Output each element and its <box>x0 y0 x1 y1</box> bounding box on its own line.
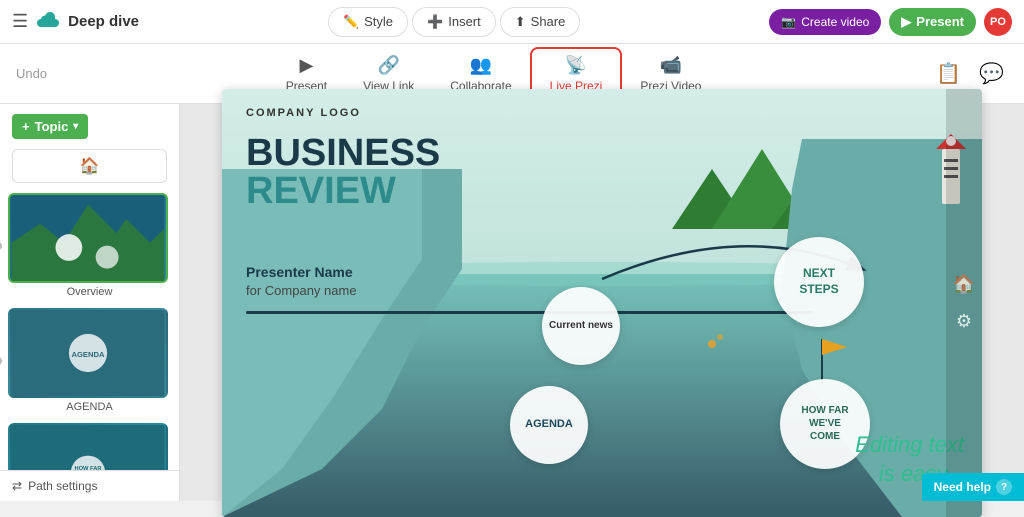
present-toolbar-icon: ▶ <box>300 55 314 76</box>
notes-icon[interactable]: 📋 <box>932 57 965 90</box>
comments-icon[interactable]: 💬 <box>975 57 1008 90</box>
slide-list: BUSINESS 1 Overview 2-3 <box>0 189 179 470</box>
slide-item-3[interactable]: 4-11 HOW FAR WE'VE COME HOW FAR WE'VE CO… <box>8 423 171 470</box>
canvas-area: COMPANY LOGO BUSINESS REVIEW Presenter N… <box>180 104 1024 501</box>
company-logo: COMPANY LOGO <box>246 107 361 119</box>
slide-dot-1 <box>0 242 2 250</box>
share-icon: ⬆ <box>515 14 526 30</box>
slide-label-2: AGENDA <box>8 401 171 413</box>
insert-icon: ➕ <box>427 14 443 30</box>
presenter-company: for Company name <box>246 283 357 298</box>
topbar-center: ✏️ Style ➕ Insert ⬆ Share <box>147 7 761 37</box>
slide-thumb-1: BUSINESS 1 <box>8 193 168 283</box>
topbar-right: 📷 Create video ▶ Present PO <box>769 8 1012 36</box>
topic-button[interactable]: + Topic ▾ <box>12 114 88 139</box>
video-icon: 📷 <box>781 15 796 29</box>
agenda-text: AGENDA <box>525 418 573 431</box>
slide-thumb-3: 4-11 HOW FAR WE'VE COME <box>8 423 168 470</box>
topbar-left: ☰ Deep dive <box>12 10 139 34</box>
slide-canvas: COMPANY LOGO BUSINESS REVIEW Presenter N… <box>222 89 982 517</box>
main-layout: + Topic ▾ 🏠 BUSINESS 1 <box>0 104 1024 501</box>
live-prezi-icon: 📡 <box>565 55 587 76</box>
slide-item-1[interactable]: BUSINESS 1 Overview <box>8 193 171 298</box>
topbar: ☰ Deep dive ✏️ Style ➕ Insert ⬆ Share 📷 … <box>0 0 1024 44</box>
create-video-button[interactable]: 📷 Create video <box>769 9 881 35</box>
title-line1: BUSINESS <box>246 134 440 172</box>
sidebar: + Topic ▾ 🏠 BUSINESS 1 <box>0 104 180 501</box>
plus-icon: + <box>22 119 30 134</box>
slide-item-2[interactable]: 2-3 AGENDA AGENDA <box>8 308 171 413</box>
undo-button[interactable]: Undo <box>16 66 47 81</box>
share-button[interactable]: ⬆ Share <box>500 7 581 37</box>
presenter-name: Presenter Name <box>246 264 353 280</box>
need-help-label: Need help <box>934 480 991 494</box>
settings-canvas-icon[interactable]: ⚙ <box>956 311 972 332</box>
slide-dot-2 <box>0 357 2 365</box>
home-button[interactable]: 🏠 <box>12 149 167 183</box>
app-title: Deep dive <box>68 13 139 30</box>
circle-current-news[interactable]: Current news <box>542 287 620 365</box>
circle-agenda[interactable]: AGENDA <box>510 386 588 464</box>
how-far-text: HOW FARWE'VECOME <box>801 404 848 443</box>
style-icon: ✏️ <box>343 14 359 30</box>
next-steps-text: NEXTSTEPS <box>799 266 838 297</box>
progress-line <box>246 311 812 314</box>
title-line2: REVIEW <box>246 172 440 210</box>
play-icon: ▶ <box>901 14 911 30</box>
prezi-video-icon: 📹 <box>660 55 682 76</box>
current-news-text: Current news <box>549 320 613 332</box>
path-settings-button[interactable]: ⇄ Path settings <box>0 470 179 501</box>
business-review-title: BUSINESS REVIEW <box>246 134 440 210</box>
svg-text:AGENDA: AGENDA <box>71 350 105 359</box>
avatar[interactable]: PO <box>984 8 1012 36</box>
circle-next-steps[interactable]: NEXTSTEPS <box>774 237 864 327</box>
path-settings-icon: ⇄ <box>12 479 22 493</box>
hamburger-icon[interactable]: ☰ <box>12 11 28 32</box>
home-canvas-icon[interactable]: 🏠 <box>953 274 975 295</box>
sidebar-header: + Topic ▾ <box>0 104 179 149</box>
home-icon: 🏠 <box>80 156 100 176</box>
right-panel: 🏠 ⚙ <box>946 89 982 517</box>
collaborate-icon: 👥 <box>470 55 492 76</box>
cloud-icon <box>36 10 60 34</box>
slide-label-1: Overview <box>8 286 171 298</box>
help-icon: ? <box>996 479 1012 495</box>
present-button[interactable]: ▶ Present <box>889 8 976 36</box>
link-icon: 🔗 <box>377 55 399 76</box>
topic-chevron-icon: ▾ <box>73 121 78 132</box>
style-button[interactable]: ✏️ Style <box>328 7 408 37</box>
svg-text:HOW FAR: HOW FAR <box>74 466 102 470</box>
slide-thumb-2: 2-3 AGENDA <box>8 308 168 398</box>
need-help-button[interactable]: Need help ? <box>922 473 1024 501</box>
insert-button[interactable]: ➕ Insert <box>412 7 496 37</box>
toolbar-right-icons: 📋 💬 <box>932 57 1008 90</box>
